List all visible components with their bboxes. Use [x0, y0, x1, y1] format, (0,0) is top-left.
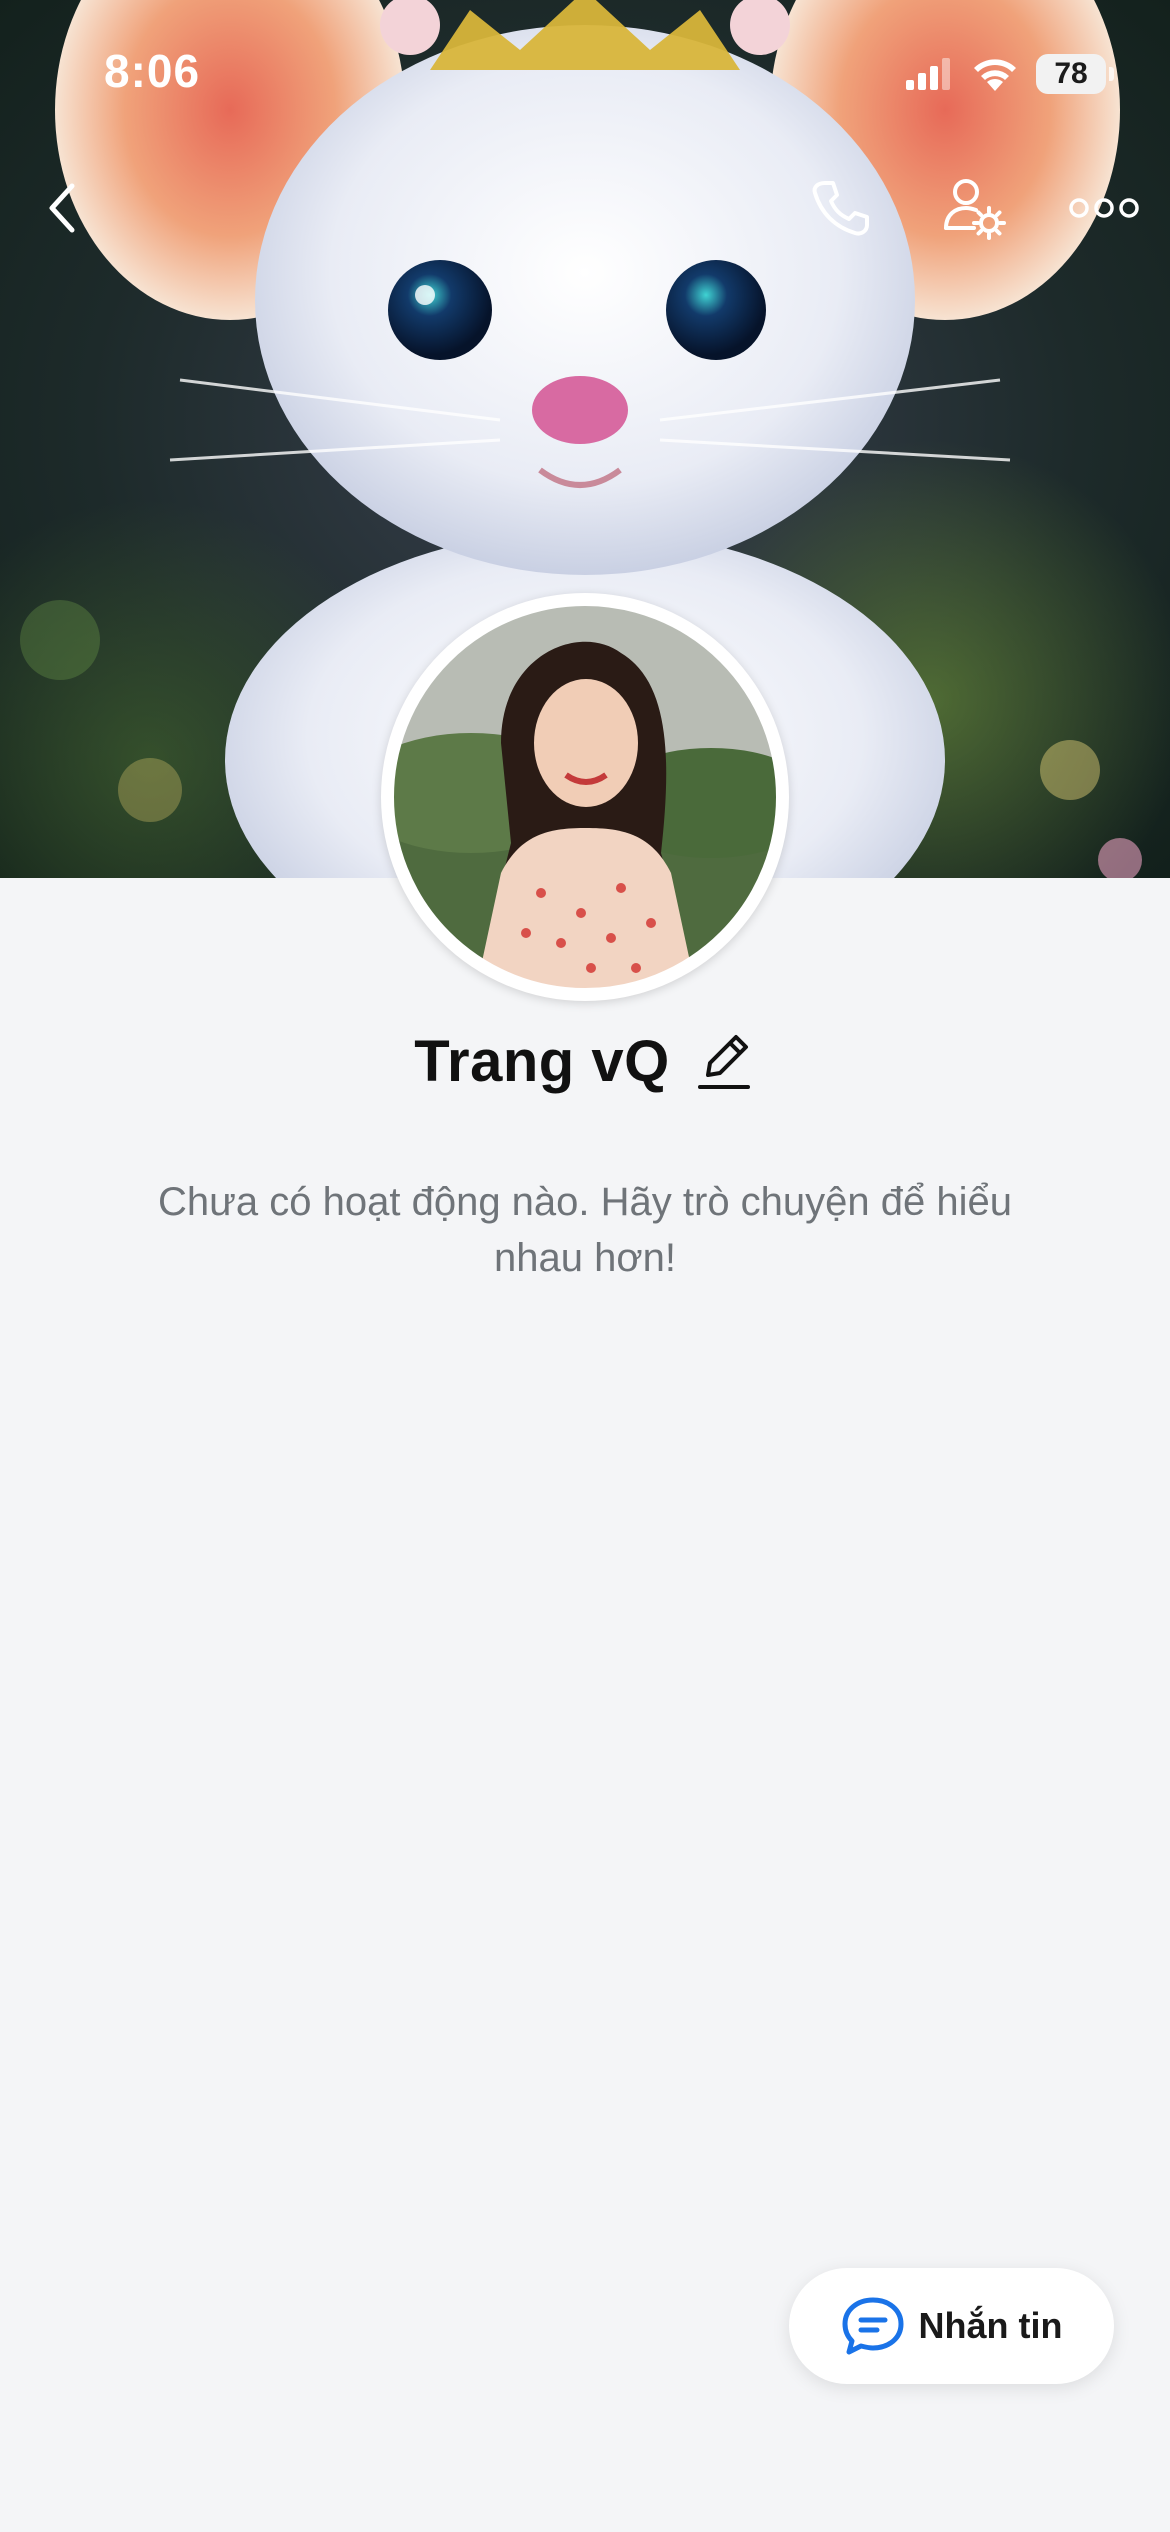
wifi-icon — [974, 59, 1016, 91]
avatar-photo — [384, 596, 786, 998]
message-button-label: Nhắn tin — [918, 2305, 1063, 2346]
more-button[interactable] — [1064, 168, 1144, 248]
profile-name: Trang vQ — [414, 1029, 670, 1094]
avatar[interactable] — [381, 593, 789, 1001]
battery-indicator: 78 — [1036, 54, 1106, 94]
profile-name-row: Trang vQ — [0, 1028, 1170, 1095]
chat-bubble-icon — [842, 2297, 903, 2355]
status-bar: 8:06 78 — [0, 0, 1170, 150]
pencil-icon — [697, 1034, 750, 1089]
phone-icon — [812, 181, 869, 236]
call-button[interactable] — [800, 168, 880, 248]
battery-level: 78 — [1054, 57, 1088, 90]
user-gear-icon — [944, 179, 1006, 240]
profile-settings-button[interactable] — [934, 168, 1014, 248]
signal-icon — [906, 58, 950, 90]
empty-feed-message: Chưa có hoạt động nào. Hãy trò chuyện để… — [157, 1180, 1013, 1280]
more-horizontal-icon — [1069, 198, 1139, 218]
back-button[interactable] — [22, 168, 102, 248]
message-button[interactable]: Nhắn tin — [789, 2268, 1114, 2384]
chevron-left-icon — [49, 183, 75, 233]
battery-cap — [1109, 67, 1114, 81]
edit-name-button[interactable] — [692, 1030, 756, 1094]
status-time: 8:06 — [104, 45, 201, 97]
status-icons: 78 — [906, 52, 1114, 96]
